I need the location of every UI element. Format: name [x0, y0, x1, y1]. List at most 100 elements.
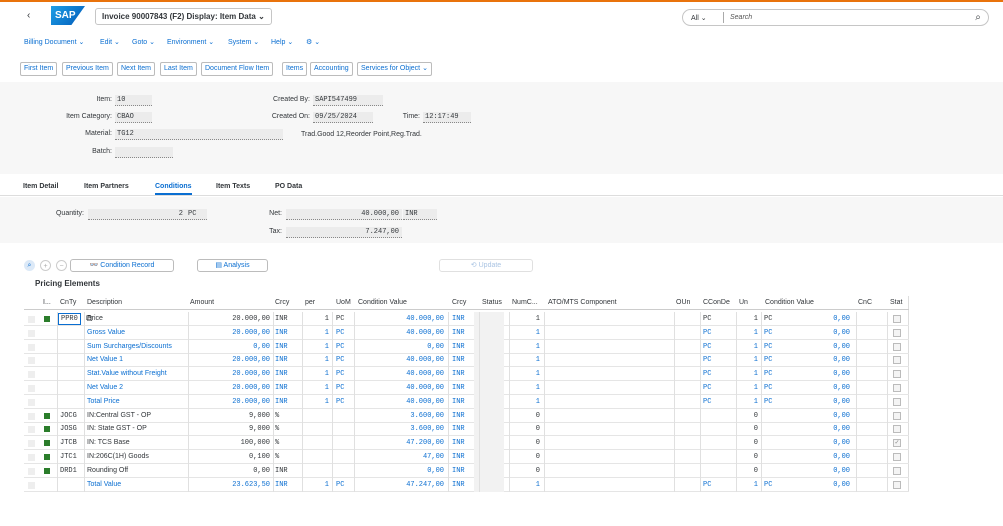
column-header[interactable]: per — [305, 299, 315, 306]
created-on-field[interactable]: 09/25/2024 — [313, 112, 373, 123]
menu-item[interactable]: System ⌄ — [228, 36, 259, 50]
time-field[interactable]: 12:17:49 — [423, 112, 471, 123]
column-header[interactable]: Condition Value — [765, 299, 814, 306]
back-icon[interactable]: ‹ — [27, 10, 30, 21]
toolbar-button[interactable]: Accounting — [310, 62, 353, 76]
toolbar-button[interactable]: Services for Object ⌄ — [357, 62, 432, 76]
stat-checkbox[interactable] — [893, 411, 901, 420]
created-by-field[interactable]: SAPI547499 — [313, 95, 383, 106]
app-title-dropdown[interactable]: Invoice 90007843 (F2) Display: Item Data… — [95, 8, 272, 25]
cell-desc[interactable]: Net Value 1 — [87, 356, 123, 363]
column-header[interactable]: CnTy — [60, 299, 76, 306]
cell-cnty[interactable]: JTCB — [60, 439, 77, 447]
menu-item[interactable]: Environment ⌄ — [167, 36, 214, 50]
stat-checkbox[interactable] — [893, 425, 901, 434]
menu-item[interactable]: Help ⌄ — [271, 36, 293, 50]
tab-conditions[interactable]: Conditions — [155, 183, 192, 195]
cell-desc[interactable]: IN: State GST - OP — [87, 425, 147, 432]
row-selector[interactable] — [28, 412, 35, 420]
menu-item[interactable]: ⚙ ⌄ — [306, 36, 320, 50]
row-selector[interactable] — [28, 385, 35, 392]
column-header[interactable]: CnC — [858, 299, 872, 306]
column-header[interactable]: UoM — [336, 299, 351, 306]
zoom-out-icon[interactable]: − — [56, 260, 67, 271]
cell-desc[interactable]: Sum Surcharges/Discounts — [87, 343, 172, 350]
row-selector[interactable] — [28, 357, 35, 365]
cell-desc[interactable]: Stat.Value without Freight — [87, 370, 167, 377]
row-selector[interactable] — [28, 454, 35, 461]
material-field[interactable]: TG12 — [115, 129, 283, 140]
copy-icon[interactable]: ⧉ — [86, 313, 92, 324]
table-row[interactable]: Net Value 2 20.000,00 INR 1 PC 40.000,00 INR 1 P… — [24, 381, 909, 395]
search-icon[interactable]: ⌕ — [968, 12, 988, 23]
update-button[interactable]: ⟲ Update — [439, 259, 533, 272]
column-header[interactable]: Crcy — [452, 299, 466, 306]
column-header[interactable]: CConDe — [703, 299, 730, 306]
toolbar-button[interactable]: Items — [282, 62, 308, 76]
column-header[interactable]: Stat — [890, 299, 902, 306]
cell-desc[interactable]: Total Value — [87, 481, 121, 488]
table-row[interactable]: JTC1 IN:206C(1H) Goods 0,100% 47,00 INR 0 0 0,0… — [24, 450, 909, 464]
cell-cnty[interactable]: PPR0 — [58, 313, 81, 325]
column-header[interactable]: Description — [87, 299, 122, 306]
condition-record-button[interactable]: 👓 Condition Record — [70, 259, 174, 272]
zoom-in-icon[interactable]: + — [40, 260, 51, 271]
column-header[interactable]: Crcy — [275, 299, 289, 306]
column-header[interactable]: Condition Value — [358, 299, 407, 306]
toolbar-button[interactable]: Next Item — [117, 62, 155, 76]
sap-logo[interactable]: SAP — [51, 6, 85, 25]
column-header[interactable]: I... — [43, 299, 51, 306]
cell-desc[interactable]: Net Value 2 — [87, 384, 123, 391]
stat-checkbox[interactable] — [893, 453, 901, 461]
column-header[interactable]: Un — [739, 299, 748, 306]
stat-checkbox[interactable] — [893, 370, 901, 379]
table-row[interactable]: Stat.Value without Freight 20.000,00 INR 1 P… — [24, 367, 909, 382]
batch-field[interactable] — [115, 147, 173, 158]
stat-checkbox[interactable] — [893, 384, 901, 392]
toolbar-button[interactable]: Last Item — [160, 62, 197, 76]
table-row[interactable]: PPR0 Price 20.000,00 INR 1 PC 40.000,00 INR 1 PC 1… — [24, 312, 909, 326]
cell-desc[interactable]: IN: TCS Base — [87, 439, 130, 446]
row-selector[interactable] — [28, 426, 35, 434]
stat-checkbox[interactable]: ✓ — [893, 439, 901, 448]
cell-desc[interactable]: IN:206C(1H) Goods — [87, 453, 149, 460]
table-row[interactable]: JOSG IN: State GST - OP 9,000% 3.600,00 INR 0… — [24, 422, 909, 437]
table-row[interactable]: Net Value 1 20.000,00 INR 1 PC 40.000,00 INR 1 P… — [24, 353, 909, 368]
search-field[interactable]: All ⌄ Search ⌕ — [682, 9, 989, 26]
quantity-field[interactable]: 2 — [88, 209, 186, 220]
menu-item[interactable]: Goto ⌄ — [132, 36, 155, 50]
stat-checkbox[interactable] — [893, 328, 901, 337]
tab-item-detail[interactable]: Item Detail — [23, 183, 58, 190]
row-selector[interactable] — [28, 398, 35, 406]
row-selector[interactable] — [28, 329, 35, 337]
search-input[interactable]: Search — [724, 14, 968, 21]
toolbar-button[interactable]: Document Flow Item — [201, 62, 274, 76]
cell-cnty[interactable]: DRD1 — [60, 467, 77, 475]
item-field[interactable]: 10 — [115, 95, 152, 106]
cell-desc[interactable]: Rounding Off — [87, 467, 128, 474]
table-row[interactable]: Sum Surcharges/Discounts 0,00 INR 1 PC 0,00 IN… — [24, 339, 909, 354]
cell-cnty[interactable]: JOSG — [60, 425, 77, 433]
toolbar-button[interactable]: First Item — [20, 62, 58, 76]
cell-desc[interactable]: IN:Central GST - OP — [87, 412, 151, 419]
search-scope-select[interactable]: All ⌄ — [683, 14, 723, 22]
tax-field[interactable]: 7.247,00 — [286, 227, 402, 238]
stat-checkbox[interactable] — [893, 397, 901, 406]
analysis-button[interactable]: ▤ Analysis — [197, 259, 268, 272]
table-row[interactable]: JOCG IN:Central GST - OP 9,000% 3.600,00 INR… — [24, 408, 909, 423]
cell-cnty[interactable]: JOCG — [60, 412, 77, 420]
cell-cnty[interactable]: JTC1 — [60, 453, 77, 461]
row-selector[interactable] — [28, 467, 35, 475]
tab-item-partners[interactable]: Item Partners — [84, 183, 129, 190]
zoom-icon[interactable]: ⌕ — [24, 260, 35, 271]
table-row[interactable]: JTCB IN: TCS Base 100,000% 47.200,00 INR 0 0 0,… — [24, 436, 909, 451]
table-row[interactable]: Gross Value 20.000,00 INR 1 PC 40.000,00 INR 1 P… — [24, 325, 909, 340]
tab-po-data[interactable]: PO Data — [275, 183, 302, 190]
stat-checkbox[interactable] — [893, 356, 901, 365]
column-header[interactable]: OUn — [676, 299, 690, 306]
column-header[interactable]: NumC... — [512, 299, 538, 306]
menu-item[interactable]: Billing Document ⌄ — [24, 36, 84, 50]
row-selector[interactable] — [28, 481, 35, 489]
net-currency-field[interactable]: INR — [403, 209, 437, 220]
stat-checkbox[interactable] — [893, 342, 901, 351]
